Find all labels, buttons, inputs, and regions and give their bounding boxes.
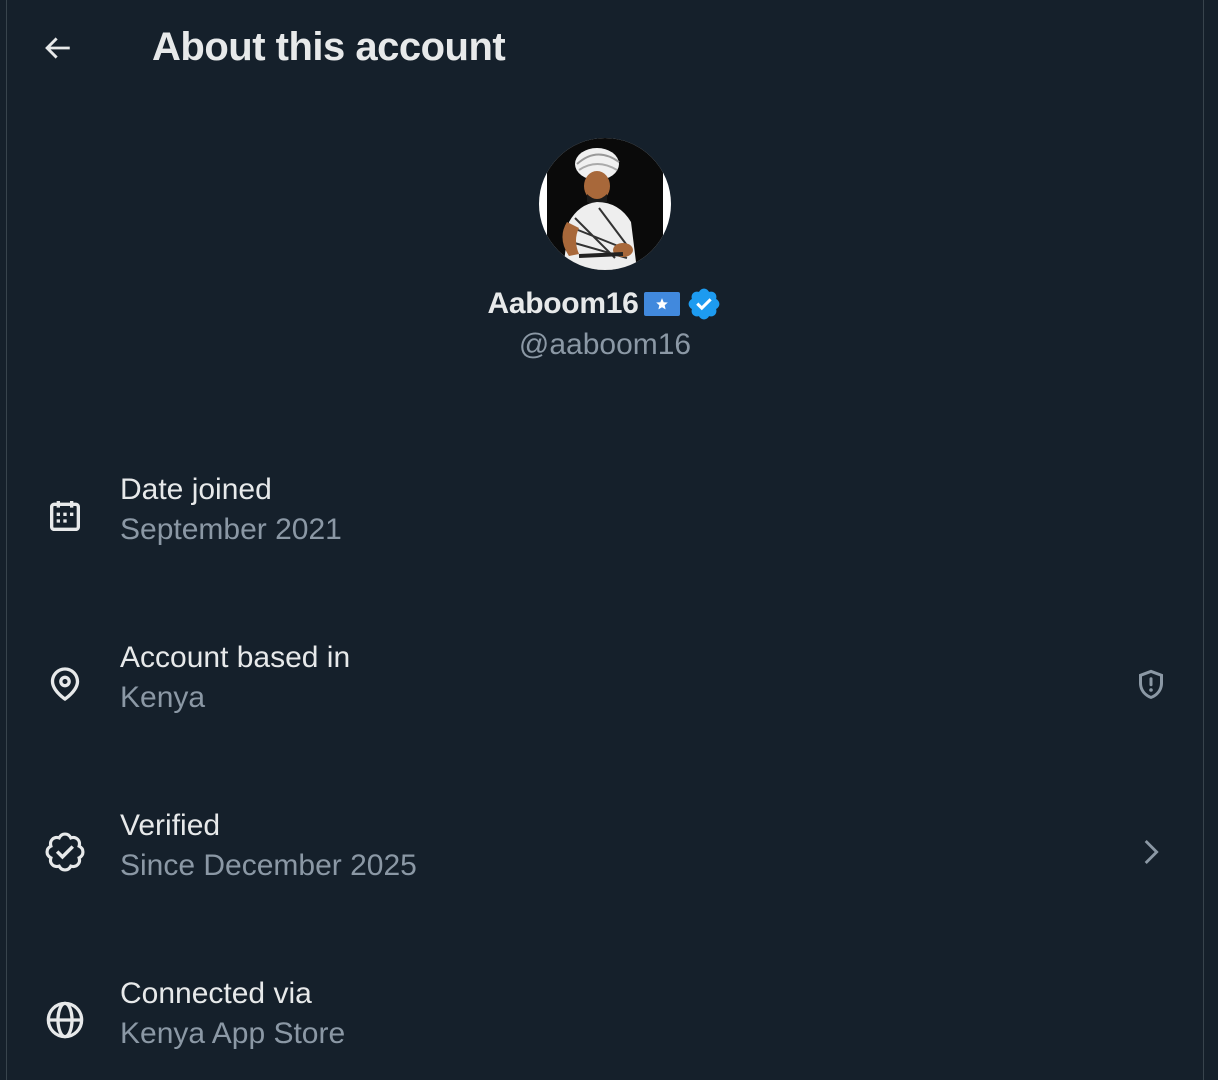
detail-text: Connected via Kenya App Store: [120, 974, 345, 1054]
back-button[interactable]: [35, 26, 79, 70]
detail-text: Verified Since December 2025: [120, 806, 417, 886]
detail-label: Account based in: [120, 641, 351, 674]
about-account-panel: About this account Aaboom16 @aaboom16 Da…: [6, 0, 1204, 1080]
verified-badge-icon[interactable]: [686, 286, 722, 322]
detail-value: September 2021: [120, 513, 342, 546]
avatar-image: [539, 138, 671, 270]
username[interactable]: @aaboom16: [7, 328, 1203, 362]
shield-alert-button[interactable]: [1129, 662, 1173, 706]
detail-row-account-based-in: Account based in Kenya: [7, 638, 1203, 734]
arrow-left-icon: [45, 37, 70, 59]
shield-alert-icon: [1139, 669, 1163, 699]
detail-label: Verified: [120, 809, 221, 842]
somalia-flag-icon: [644, 292, 681, 316]
verified-badge-outline-icon: [40, 827, 90, 877]
chevron-right-icon: [1144, 840, 1159, 864]
display-name[interactable]: Aaboom16: [488, 287, 639, 321]
detail-text: Date joined September 2021: [120, 470, 342, 550]
header: About this account: [7, 0, 1203, 96]
detail-row-verified[interactable]: Verified Since December 2025: [7, 806, 1203, 902]
profile-summary: Aaboom16 @aaboom16: [7, 138, 1203, 362]
detail-value: Since December 2025: [120, 849, 417, 882]
name-row: Aaboom16: [7, 284, 1203, 324]
location-pin-icon: [40, 659, 90, 709]
detail-text: Account based in Kenya: [120, 638, 350, 718]
detail-value: Kenya App Store: [120, 1017, 346, 1050]
avatar[interactable]: [539, 138, 671, 270]
detail-value: Kenya: [120, 681, 206, 714]
detail-label: Date joined: [120, 473, 272, 506]
globe-icon: [40, 995, 90, 1045]
detail-row-date-joined: Date joined September 2021: [7, 470, 1203, 566]
detail-row-connected-via: Connected via Kenya App Store: [7, 974, 1203, 1070]
page-title: About this account: [152, 25, 506, 69]
detail-label: Connected via: [120, 977, 312, 1010]
calendar-icon: [40, 491, 90, 541]
chevron-right-button[interactable]: [1129, 830, 1173, 874]
